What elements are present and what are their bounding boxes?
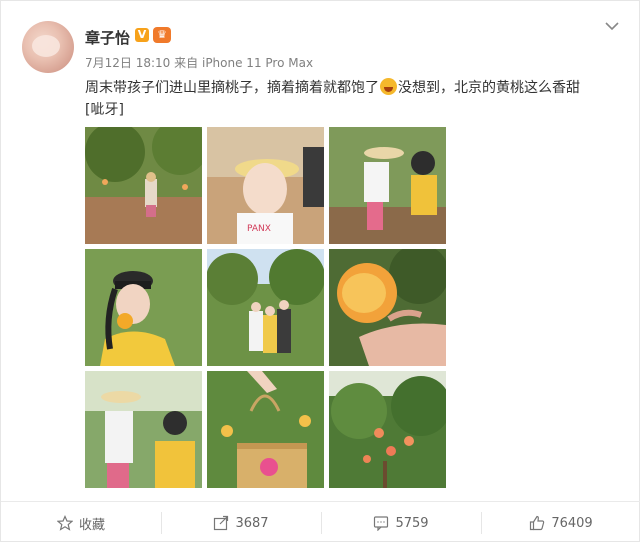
post-text-part2: 没想到，北京的黄桃这么香甜 (398, 80, 580, 96)
chevron-down-icon[interactable] (604, 18, 620, 34)
repost-count: 3687 (235, 515, 269, 531)
photo-3[interactable] (329, 127, 446, 244)
svg-text:PANX: PANX (247, 224, 271, 234)
share-icon (214, 515, 229, 531)
post-source: iPhone 11 Pro Max (201, 56, 314, 70)
favorite-button[interactable]: 收藏 (1, 502, 161, 544)
laughing-emoji-icon (380, 78, 397, 95)
photo-9[interactable] (329, 371, 446, 488)
photo-8[interactable] (207, 371, 324, 488)
photo-1[interactable] (85, 127, 202, 244)
star-icon (56, 515, 73, 531)
verified-icon: V (135, 28, 149, 42)
member-crown-icon: ♛ (153, 27, 171, 43)
thumbs-up-icon (530, 515, 545, 531)
photo-7[interactable] (85, 371, 202, 488)
post-text-part1: 周末带孩子们进山里摘桃子，摘着摘着就都饱了 (85, 80, 379, 96)
source-prefix: 来自 (174, 56, 199, 70)
post-text-emoticon: [呲牙] (85, 102, 124, 118)
comment-button[interactable]: 5759 (321, 502, 481, 544)
comment-icon (374, 516, 389, 531)
like-button[interactable]: 76409 (481, 502, 640, 544)
photo-2[interactable]: PANX (207, 127, 324, 244)
repost-button[interactable]: 3687 (161, 502, 321, 544)
like-count: 76409 (551, 515, 593, 531)
photo-4[interactable] (85, 249, 202, 366)
favorite-label: 收藏 (78, 517, 105, 533)
author-avatar[interactable] (22, 21, 74, 73)
photo-6[interactable] (329, 249, 446, 366)
action-bar: 收藏 3687 5759 76409 (1, 501, 640, 544)
photo-5[interactable] (207, 249, 324, 366)
post-meta: 7月12日 18:10 来自 iPhone 11 Pro Max (85, 54, 313, 71)
weibo-post-card: 章子怡 V ♛ 7月12日 18:10 来自 iPhone 11 Pro Max… (0, 0, 640, 542)
comment-count: 5759 (395, 515, 429, 531)
author-name[interactable]: 章子怡 (85, 27, 130, 48)
post-text: 周末带孩子们进山里摘桃子，摘着摘着就都饱了 没想到，北京的黄桃这么香甜 [呲牙] (85, 77, 625, 121)
post-time[interactable]: 7月12日 18:10 (85, 56, 170, 70)
